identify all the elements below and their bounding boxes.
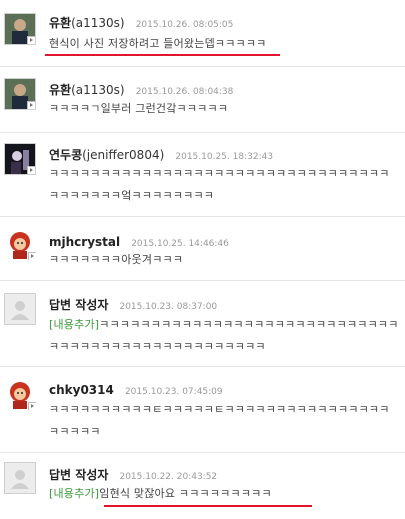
comment-text: ㅋㅋㅋㅋㅋㅋㅋㅋㅋㅋㅋㅋㅋㅋㅋㅋㅋㅋㅋㅋㅋㅋㅋㅋㅋㅋㅋㅋㅋㅋㅋㅋㅋㅋㅋㅋㅋㅋㅋㅋ… xyxy=(49,167,390,202)
author-name[interactable]: 답변 작성자 xyxy=(49,468,108,482)
red-underline xyxy=(104,505,312,507)
avatar[interactable] xyxy=(4,378,36,410)
default-user-icon xyxy=(5,294,35,324)
comment-item: 연두콩(jeniffer0804) 2015.10.25. 18:32:43 ㅋ… xyxy=(0,132,405,216)
comment-header: 유환(a1130s) 2015.10.26. 08:04:38 xyxy=(49,79,233,98)
content-added-tag: [내용추가] xyxy=(49,318,100,331)
author-name[interactable]: 답변 작성자 xyxy=(49,298,108,312)
comment-list: 유환(a1130s) 2015.10.26. 08:05:05 현식이 사진 저… xyxy=(0,0,405,519)
content-added-tag: [내용추가] xyxy=(49,487,100,500)
comment-date: 2015.10.26. 08:04:38 xyxy=(135,87,234,97)
comment-text: [내용추가]ㅋㅋㅋㅋㅋㅋㅋㅋㅋㅋㅋㅋㅋㅋㅋㅋㅋㅋㅋㅋㅋㅋㅋㅋㅋㅋㅋㅋㅋㅋㅋㅋㅋㅋ… xyxy=(49,314,399,358)
comment-header: 답변 작성자 2015.10.23. 08:37:00 xyxy=(49,294,217,313)
comment-item: 답변 작성자 2015.10.23. 08:37:00 [내용추가]ㅋㅋㅋㅋㅋㅋ… xyxy=(0,280,405,366)
play-badge-icon xyxy=(27,101,35,109)
author-name[interactable]: 유환(a1130s) xyxy=(49,83,125,97)
play-badge-icon xyxy=(28,252,36,260)
play-badge-icon xyxy=(28,402,36,410)
comment-text: ㅋㅋㅋㅋㅋㅋㅋ아웃겨ㅋㅋㅋ xyxy=(49,253,184,266)
comment-date: 2015.10.26. 08:05:05 xyxy=(135,20,234,30)
comment-text: ㅋㅋㅋㅋㅋㅋㅋㅋㅋㅋㅌㅋㅋㅋㅋㅋㅌㅋㅋㅋㅋㅋㅋㅋㅋㅋㅋㅋㅋㅋㅋㅋㅋㅋㅋㅋㅋㅋ xyxy=(49,403,390,438)
avatar[interactable] xyxy=(4,13,36,45)
avatar[interactable] xyxy=(4,228,36,260)
comment-body: ㅋㅋㅋㅋㅋㅋㅋㅋㅋㅋㅋㅋㅋㅋㅋㅋㅋㅋㅋㅋㅋㅋㅋㅋㅋㅋㅋㅋㅋㅋㅋㅋㅋㅋㅋㅋㅋㅋㅋㅋ… xyxy=(49,318,399,353)
comment-item: 유환(a1130s) 2015.10.26. 08:05:05 현식이 사진 저… xyxy=(0,0,405,64)
comment-date: 2015.10.22. 20:43:52 xyxy=(119,472,218,482)
avatar[interactable] xyxy=(4,78,36,110)
avatar[interactable] xyxy=(4,462,36,494)
comment-item: chky0314 2015.10.23. 07:45:09 ㅋㅋㅋㅋㅋㅋㅋㅋㅋㅋ… xyxy=(0,366,405,452)
comment-header: 연두콩(jeniffer0804) 2015.10.25. 18:32:43 xyxy=(49,144,273,163)
comment-header: 답변 작성자 2015.10.22. 20:43:52 xyxy=(49,464,217,483)
comment-date: 2015.10.25. 14:46:46 xyxy=(131,239,229,249)
author-name[interactable]: chky0314 xyxy=(49,383,114,397)
comment-date: 2015.10.25. 18:32:43 xyxy=(175,152,274,162)
comment-date: 2015.10.23. 08:37:00 xyxy=(119,302,218,312)
comment-item: 답변 작성자 2015.10.22. 20:43:52 [내용추가]임현식 맞잖… xyxy=(0,452,405,519)
comment-item: mjhcrystal 2015.10.25. 14:46:46 ㅋㅋㅋㅋㅋㅋㅋ아… xyxy=(0,216,405,280)
comment-item: 유환(a1130s) 2015.10.26. 08:04:38 ㅋㅋㅋㅋㄱ일부러… xyxy=(0,66,405,132)
comment-header: chky0314 2015.10.23. 07:45:09 xyxy=(49,379,223,398)
comment-date: 2015.10.23. 07:45:09 xyxy=(124,387,223,397)
comment-text: [내용추가]임현식 맞잖아요 ㅋㅋㅋㅋㅋㅋㅋㅋㅋ xyxy=(49,483,399,505)
author-name[interactable]: 연두콩(jeniffer0804) xyxy=(49,148,164,162)
avatar[interactable] xyxy=(4,293,36,325)
comment-text: ㅋㅋㅋㅋㄱ일부러 그런건갘ㅋㅋㅋㅋㅋ xyxy=(49,102,229,115)
play-badge-icon xyxy=(27,166,35,174)
comment-header: mjhcrystal 2015.10.25. 14:46:46 xyxy=(49,231,229,250)
red-underline xyxy=(45,54,280,56)
comment-body: 임현식 맞잖아요 ㅋㅋㅋㅋㅋㅋㅋㅋㅋ xyxy=(99,487,272,500)
comment-text: 현식이 사진 저장하려고 들어왔는뎁ㅋㅋㅋㅋㅋ xyxy=(49,37,267,50)
author-name[interactable]: mjhcrystal xyxy=(49,235,120,249)
play-badge-icon xyxy=(27,36,35,44)
comment-header: 유환(a1130s) 2015.10.26. 08:05:05 xyxy=(49,12,233,31)
avatar[interactable] xyxy=(4,143,36,175)
default-user-icon xyxy=(5,463,35,493)
author-name[interactable]: 유환(a1130s) xyxy=(49,16,125,30)
